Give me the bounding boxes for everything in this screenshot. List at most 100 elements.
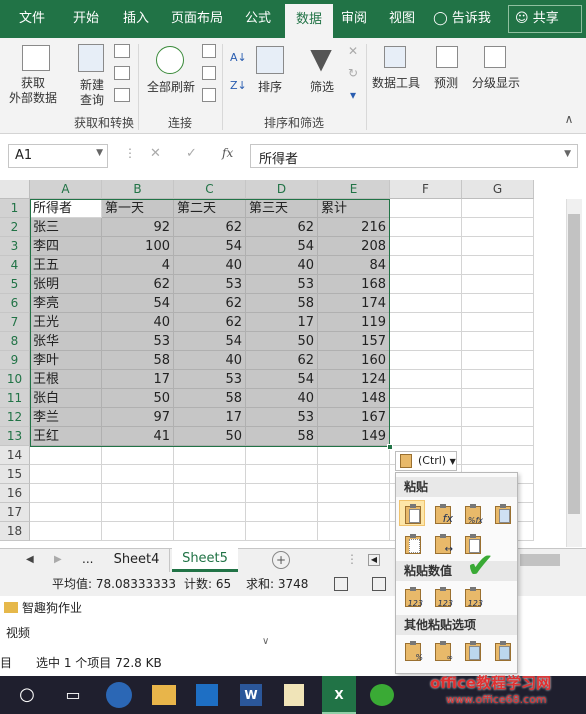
empty-cell[interactable]	[174, 465, 246, 484]
empty-cell[interactable]	[246, 465, 318, 484]
reapply-icon[interactable]: ↻	[346, 66, 360, 81]
advanced-filter-icon[interactable]: ▾	[346, 88, 360, 103]
empty-cell[interactable]	[318, 465, 390, 484]
row-header-2[interactable]: 2	[0, 218, 30, 237]
name-box[interactable]: A1 ▼	[8, 144, 108, 168]
chevron-down-icon[interactable]: ▼	[96, 148, 103, 158]
empty-cell[interactable]	[174, 522, 246, 541]
file-explorer-icon[interactable]	[152, 685, 176, 705]
data-cell[interactable]: 41	[102, 427, 174, 446]
empty-cell[interactable]	[246, 522, 318, 541]
data-cell[interactable]: 54	[174, 237, 246, 256]
column-header-g[interactable]: G	[462, 180, 534, 199]
data-cell[interactable]: 40	[102, 313, 174, 332]
get-external-data-button[interactable]: 获取 外部数据	[0, 76, 66, 106]
data-cell[interactable]: 58	[246, 294, 318, 313]
normal-view-icon[interactable]	[334, 577, 348, 591]
column-header-a[interactable]: A	[30, 180, 102, 199]
empty-cell[interactable]	[390, 408, 462, 427]
empty-cell[interactable]	[462, 370, 534, 389]
data-cell[interactable]: 119	[318, 313, 390, 332]
empty-cell[interactable]	[462, 313, 534, 332]
enter-icon[interactable]: ✓	[186, 146, 197, 161]
data-cell[interactable]: 62	[246, 351, 318, 370]
page-layout-view-icon[interactable]	[372, 577, 386, 591]
column-header-c[interactable]: C	[174, 180, 246, 199]
data-cell[interactable]: 53	[246, 408, 318, 427]
empty-cell[interactable]	[318, 446, 390, 465]
row-header-8[interactable]: 8	[0, 332, 30, 351]
data-cell[interactable]: 84	[318, 256, 390, 275]
keep-column-widths-icon[interactable]: ↔	[429, 530, 455, 556]
empty-cell[interactable]	[246, 503, 318, 522]
select-all-corner[interactable]	[0, 180, 30, 199]
notepad-icon[interactable]	[284, 684, 304, 706]
empty-cell[interactable]	[102, 465, 174, 484]
browser-icon[interactable]	[106, 682, 132, 708]
data-cell[interactable]: 17	[174, 408, 246, 427]
paste-formulas-icon[interactable]: fx	[429, 500, 455, 526]
wechat-icon[interactable]	[370, 684, 394, 706]
data-cell[interactable]: 62	[246, 218, 318, 237]
header-cell[interactable]: 第一天	[102, 199, 174, 218]
data-cell[interactable]: 王光	[30, 313, 102, 332]
row-header-15[interactable]: 15	[0, 465, 30, 484]
data-cell[interactable]: 62	[174, 294, 246, 313]
outline-button[interactable]: 分级显示	[470, 76, 522, 91]
empty-cell[interactable]	[174, 446, 246, 465]
task-view-icon[interactable]: ▭	[58, 680, 88, 710]
empty-cell[interactable]	[462, 446, 534, 465]
empty-cell[interactable]	[174, 484, 246, 503]
paste-icon[interactable]	[399, 500, 425, 526]
empty-cell[interactable]	[30, 446, 102, 465]
row-header-16[interactable]: 16	[0, 484, 30, 503]
data-cell[interactable]: 62	[102, 275, 174, 294]
empty-cell[interactable]	[390, 370, 462, 389]
empty-cell[interactable]	[102, 484, 174, 503]
paste-values-icon[interactable]: 123	[399, 583, 425, 609]
tab-home[interactable]: 开始	[62, 0, 110, 38]
data-cell[interactable]: 40	[246, 389, 318, 408]
data-cell[interactable]: 208	[318, 237, 390, 256]
empty-cell[interactable]	[462, 218, 534, 237]
data-cell[interactable]: 王五	[30, 256, 102, 275]
tab-review[interactable]: 审阅	[334, 0, 374, 38]
empty-cell[interactable]	[462, 351, 534, 370]
row-header-3[interactable]: 3	[0, 237, 30, 256]
data-cell[interactable]: 王根	[30, 370, 102, 389]
paste-link-icon[interactable]: ∞	[429, 637, 455, 663]
data-cell[interactable]: 149	[318, 427, 390, 446]
keep-source-formatting-icon[interactable]	[489, 500, 515, 526]
column-header-e[interactable]: E	[318, 180, 390, 199]
connections-icon[interactable]	[202, 44, 216, 58]
insert-function-icon[interactable]: fx	[222, 146, 233, 160]
data-cell[interactable]: 216	[318, 218, 390, 237]
data-cell[interactable]: 40	[174, 256, 246, 275]
data-cell[interactable]: 157	[318, 332, 390, 351]
data-cell[interactable]: 张明	[30, 275, 102, 294]
explorer-item-folder2[interactable]: 视频	[6, 624, 30, 641]
sheet-tab-sheet4[interactable]: Sheet4	[104, 549, 170, 572]
sheet-tab-sheet5[interactable]: Sheet5	[172, 548, 238, 572]
paste-values-number-format-icon[interactable]: 123	[429, 583, 455, 609]
data-cell[interactable]: 58	[246, 427, 318, 446]
empty-cell[interactable]	[390, 351, 462, 370]
chevron-down-icon[interactable]: ∨	[262, 636, 269, 647]
paste-picture-icon[interactable]	[459, 637, 485, 663]
header-cell[interactable]: 所得者	[30, 199, 102, 218]
sort-az-icon[interactable]: A↓	[230, 50, 247, 65]
empty-cell[interactable]	[390, 237, 462, 256]
empty-cell[interactable]	[246, 484, 318, 503]
store-icon[interactable]	[196, 684, 218, 706]
empty-cell[interactable]	[390, 389, 462, 408]
empty-cell[interactable]	[102, 503, 174, 522]
data-cell[interactable]: 124	[318, 370, 390, 389]
data-cell[interactable]: 148	[318, 389, 390, 408]
data-cell[interactable]: 62	[174, 218, 246, 237]
add-sheet-icon[interactable]: +	[272, 551, 290, 569]
row-header-18[interactable]: 18	[0, 522, 30, 541]
from-table-icon[interactable]	[114, 66, 130, 80]
scroll-thumb[interactable]	[568, 214, 580, 514]
empty-cell[interactable]	[318, 503, 390, 522]
paste-formulas-number-format-icon[interactable]: %fx	[459, 500, 485, 526]
